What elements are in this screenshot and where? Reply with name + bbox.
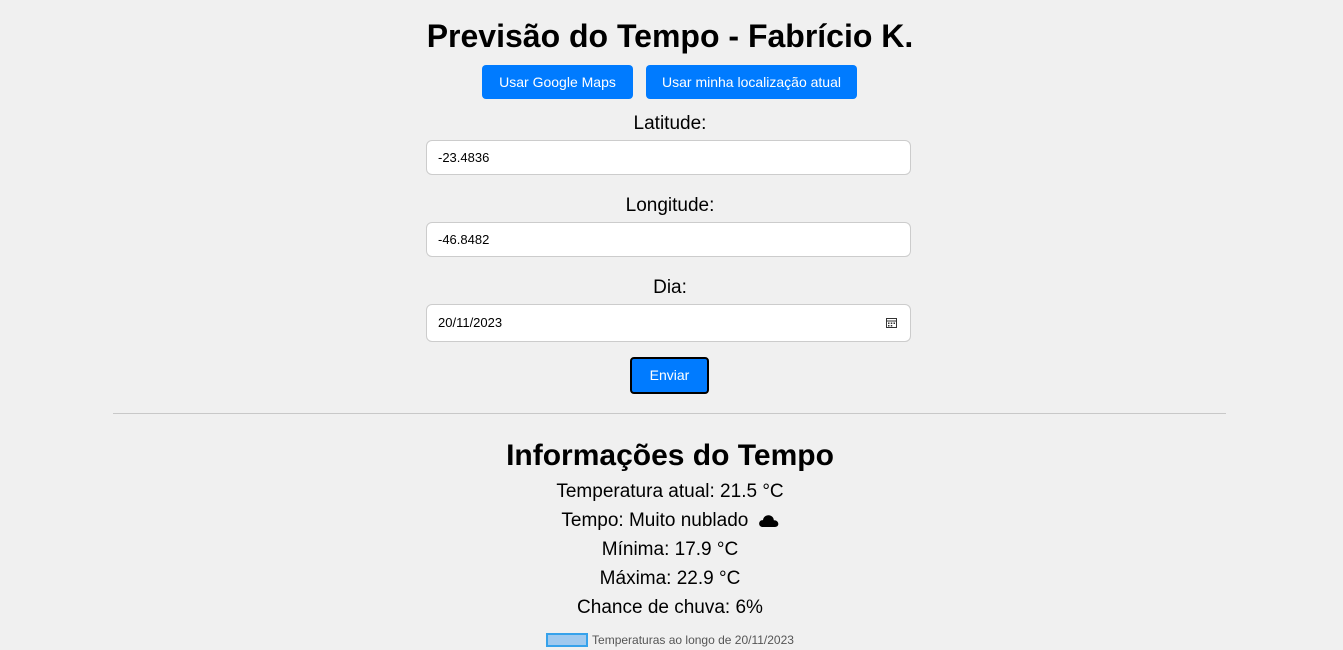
longitude-label: Longitude: <box>625 195 715 216</box>
use-google-maps-button[interactable]: Usar Google Maps <box>482 65 633 99</box>
weather-info-heading: Informações do Tempo <box>506 439 834 472</box>
cloud-icon <box>758 515 778 527</box>
day-label: Dia: <box>653 277 687 298</box>
weather-page: Previsão do Tempo - Fabrício K. Usar Goo… <box>0 0 1343 650</box>
page-title: Previsão do Tempo - Fabrício K. <box>426 18 914 54</box>
legend-label: Temperaturas ao longo de 20/11/2023 <box>592 633 794 647</box>
day-date-input[interactable]: 20/11/2023 <box>426 304 911 342</box>
submit-button[interactable]: Enviar <box>630 357 709 394</box>
max-temperature: Máxima: 22.9 °C <box>599 568 741 589</box>
calendar-icon[interactable] <box>886 318 897 328</box>
longitude-input[interactable]: -46.8482 <box>426 222 911 257</box>
use-current-location-button[interactable]: Usar minha localização atual <box>646 65 857 99</box>
chart-legend[interactable]: Temperaturas ao longo de 20/11/2023 <box>0 632 1340 648</box>
weather-condition: Tempo: Muito nublado <box>561 510 749 531</box>
min-temperature: Mínima: 17.9 °C <box>601 539 739 560</box>
latitude-label: Latitude: <box>633 113 707 134</box>
current-temperature: Temperatura atual: 21.5 °C <box>556 481 784 502</box>
rain-chance: Chance de chuva: 6% <box>577 597 763 618</box>
latitude-input[interactable]: -23.4836 <box>426 140 911 175</box>
day-date-value: 20/11/2023 <box>438 315 503 330</box>
legend-swatch <box>546 633 589 647</box>
section-divider <box>113 413 1226 414</box>
weather-condition-row: Tempo: Muito nublado <box>0 509 1340 533</box>
